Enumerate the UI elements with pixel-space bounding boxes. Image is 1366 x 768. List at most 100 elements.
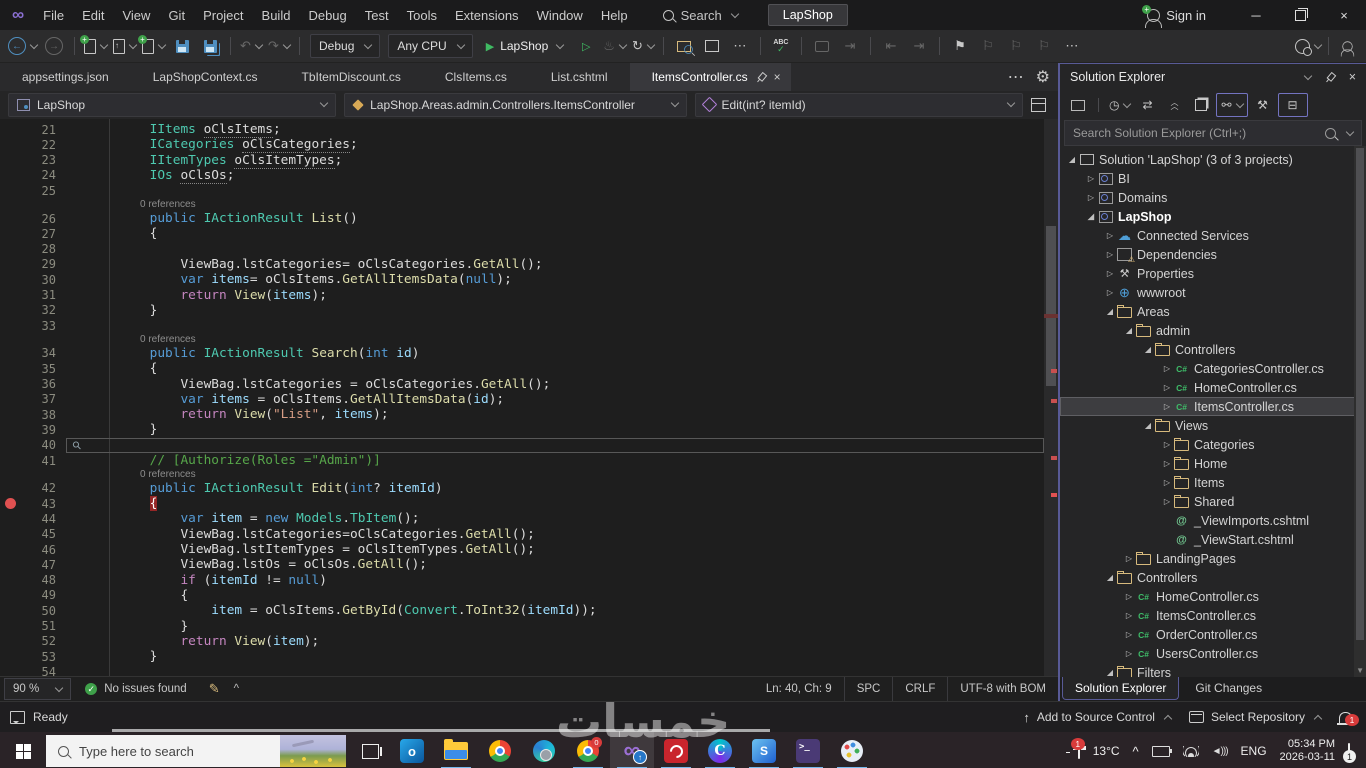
sign-in-button[interactable]: + Sign in <box>1142 4 1206 28</box>
increase-indent-button[interactable]: ⇥ <box>906 34 932 58</box>
menu-tools[interactable]: Tools <box>398 0 446 30</box>
code-line[interactable]: 53 } <box>0 649 1044 664</box>
type-dropdown[interactable]: LapShop.Areas.admin.Controllers.ItemsCon… <box>344 92 687 117</box>
code-line[interactable]: 42 public IActionResult Edit(int? itemId… <box>0 481 1044 496</box>
navigate-backward-button[interactable]: ← <box>6 34 39 58</box>
tree-item-categories[interactable]: ▷ Categories <box>1060 435 1366 454</box>
taskbar-terminal[interactable]: >_ <box>786 732 830 768</box>
live-share-button[interactable] <box>1293 34 1323 58</box>
code-line[interactable]: 51 } <box>0 618 1044 634</box>
new-project-button[interactable]: + <box>80 34 109 58</box>
tree-item-wwwroot[interactable]: ▷ ⊕ wwwroot <box>1060 283 1366 302</box>
tree-item-connected-services[interactable]: ▷ ☁ Connected Services <box>1060 226 1366 245</box>
switch-views-button[interactable]: ⇄ <box>1135 94 1159 116</box>
taskbar-file-explorer[interactable] <box>434 732 478 768</box>
tree-item-dependencies[interactable]: ▷ Dependencies <box>1060 245 1366 265</box>
spaces-indicator[interactable]: SPC <box>843 677 893 701</box>
tree-item-homecontroller-cs[interactable]: ▷ C# HomeController.cs <box>1060 378 1366 397</box>
tree-item-controllers[interactable]: ◢ Controllers <box>1060 568 1366 587</box>
expand-arrow-icon[interactable]: ▷ <box>1104 288 1116 297</box>
tree-item-landingpages[interactable]: ▷ LandingPages <box>1060 549 1366 568</box>
properties-button[interactable]: ⚒ <box>1251 94 1275 116</box>
menu-test[interactable]: Test <box>356 0 398 30</box>
code-line[interactable]: 34 public IActionResult Search(int id) <box>0 346 1044 361</box>
quill-icon[interactable]: ✎ <box>209 681 220 697</box>
taskbar-outlook[interactable]: o <box>390 732 434 768</box>
tree-item-items[interactable]: ▷ Items <box>1060 473 1366 492</box>
save-all-button[interactable] <box>197 34 223 58</box>
collapse-arrow-icon[interactable]: ◢ <box>1085 212 1097 221</box>
taskbar-paint[interactable] <box>830 732 874 768</box>
add-new-item-button[interactable]: + <box>138 34 167 58</box>
menu-window[interactable]: Window <box>528 0 592 30</box>
code-line[interactable]: 52 return View(item); <box>0 634 1044 649</box>
caret-position[interactable]: Ln: 40, Ch: 9 <box>754 677 844 701</box>
show-hidden-icons-button[interactable]: ^ <box>1133 744 1139 759</box>
menu-help[interactable]: Help <box>592 0 637 30</box>
tree-scrollbar[interactable]: ▼ <box>1354 146 1366 677</box>
tool-tab-solution-explorer[interactable]: Solution Explorer <box>1062 677 1180 700</box>
zoom-dropdown[interactable]: 90 % <box>4 678 72 700</box>
menu-git[interactable]: Git <box>159 0 194 30</box>
menu-build[interactable]: Build <box>253 0 300 30</box>
code-line[interactable]: 29 ViewBag.lstCategories= oClsCategories… <box>0 257 1044 272</box>
close-button[interactable]: × <box>1322 0 1366 30</box>
tree-item-domains[interactable]: ▷ Domains <box>1060 188 1366 207</box>
panel-options-chevron[interactable] <box>1303 71 1312 80</box>
expand-arrow-icon[interactable]: ▷ <box>1161 440 1173 449</box>
taskbar-canva[interactable]: C <box>698 732 742 768</box>
expand-arrow-icon[interactable]: ▷ <box>1123 592 1135 601</box>
code-line[interactable]: 25 <box>0 183 1044 198</box>
sync-with-active-document-button[interactable]: ⚯ <box>1216 93 1248 117</box>
codelens-references[interactable]: 0 references <box>0 333 1044 346</box>
taskbar-search-box[interactable]: Type here to search <box>46 735 346 767</box>
codelens-references[interactable]: 0 references <box>0 198 1044 211</box>
expand-arrow-icon[interactable]: ▷ <box>1104 231 1116 240</box>
tree-item-userscontroller-cs[interactable]: ▷ C# UsersController.cs <box>1060 644 1366 663</box>
code-line[interactable]: 27 { <box>0 226 1044 241</box>
code-line[interactable]: 41 // [Authorize(Roles ="Admin")] <box>0 453 1044 468</box>
tree-item-properties[interactable]: ▷ ⚒ Properties <box>1060 264 1366 283</box>
menu-view[interactable]: View <box>113 0 159 30</box>
breakpoint-indicator[interactable] <box>0 498 20 510</box>
next-bookmark-button[interactable]: ⚐ <box>1003 34 1029 58</box>
project-dropdown[interactable]: LapShop <box>8 92 337 117</box>
task-view-button[interactable] <box>350 732 390 768</box>
clear-bookmarks-button[interactable]: ⚐ <box>1031 34 1057 58</box>
comment-button[interactable] <box>809 34 835 58</box>
restore-button[interactable] <box>1278 0 1322 30</box>
add-to-source-control-button[interactable]: ↑ Add to Source Control <box>1023 710 1173 725</box>
line-ending-indicator[interactable]: CRLF <box>892 677 947 701</box>
tab-appsettings-json[interactable]: appsettings.json <box>0 63 131 91</box>
menu-file[interactable]: File <box>34 0 73 30</box>
menu-extensions[interactable]: Extensions <box>446 0 528 30</box>
expand-arrow-icon[interactable]: ▷ <box>1161 497 1173 506</box>
navigate-forward-button[interactable]: → <box>41 34 67 58</box>
titlebar-search[interactable]: Search <box>662 8 740 23</box>
taskbar-chrome-profile[interactable]: 0 <box>566 732 610 768</box>
solution-configuration-dropdown[interactable]: Debug <box>310 34 381 58</box>
code-line[interactable]: 36 ViewBag.lstCategories = oClsCategorie… <box>0 376 1044 392</box>
start-button[interactable] <box>0 732 46 768</box>
scrollbar-thumb[interactable] <box>1356 148 1364 640</box>
issues-indicator[interactable]: ✓ No issues found <box>85 683 187 695</box>
tab-settings-gear-icon[interactable]: ⚙ <box>1036 67 1050 87</box>
code-line[interactable]: 21 IItems oClsItems; <box>0 122 1044 139</box>
editor-scrollbar[interactable] <box>1044 118 1058 677</box>
tab-itemscontroller-cs[interactable]: ItemsController.cs × <box>629 63 791 91</box>
uncomment-button[interactable]: ⇥ <box>837 34 863 58</box>
language-indicator[interactable]: ENG <box>1241 744 1267 758</box>
taskbar-visual-studio[interactable]: ∞ ↑ <box>610 732 654 768</box>
tree-item-lapshop[interactable]: ◢ LapShop <box>1060 207 1366 226</box>
code-line[interactable]: 44 var item = new Models.TbItem(); <box>0 511 1044 526</box>
expand-arrow-icon[interactable]: ▷ <box>1104 269 1116 278</box>
scroll-down-arrow[interactable]: ▼ <box>1356 666 1364 675</box>
tree-item-shared[interactable]: ▷ Shared <box>1060 492 1366 511</box>
panel-close-icon[interactable]: × <box>1349 70 1356 84</box>
solution-platform-dropdown[interactable]: Any CPU <box>388 34 473 58</box>
menu-edit[interactable]: Edit <box>73 0 113 30</box>
code-line[interactable]: 30 var items= oClsItems.GetAllItemsData(… <box>0 272 1044 287</box>
action-center-button[interactable]: 1 <box>1343 743 1356 763</box>
expand-arrow-icon[interactable]: ▷ <box>1161 364 1173 373</box>
collapse-all-button[interactable]: ︿ ︿ <box>1162 94 1186 116</box>
